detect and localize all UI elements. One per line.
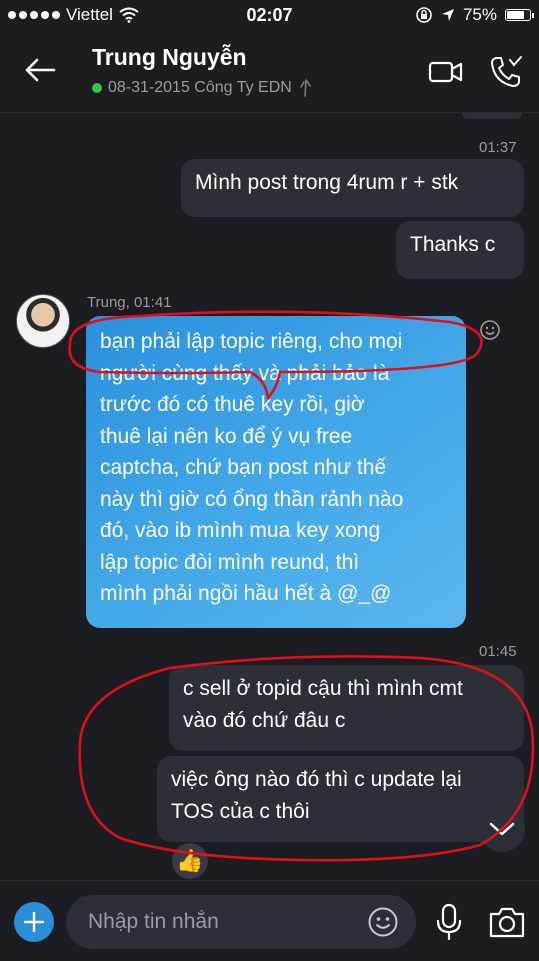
previous-message-edge bbox=[462, 113, 522, 119]
composer-bar bbox=[0, 880, 539, 961]
message-line: trước đó có thuê key rồi, giờ bbox=[100, 393, 365, 416]
avatar[interactable] bbox=[16, 294, 70, 348]
microphone-icon[interactable] bbox=[433, 903, 465, 941]
message-line: vào đó chứ đâu c bbox=[183, 709, 346, 732]
battery-fill bbox=[507, 11, 524, 19]
message-line: này thì giờ có ổng thần rảnh nào bbox=[100, 487, 404, 511]
message-input[interactable] bbox=[66, 895, 416, 949]
timestamp: 01:37 bbox=[479, 139, 517, 156]
outgoing-message[interactable]: Mình post trong 4rum r + stk bbox=[181, 159, 524, 217]
location-icon bbox=[441, 9, 454, 21]
video-call-icon[interactable] bbox=[428, 54, 464, 90]
add-reaction-icon[interactable] bbox=[479, 319, 501, 341]
contact-name[interactable]: Trung Nguyễn bbox=[92, 44, 247, 71]
contact-status: 08-31-2015 Công Ty EDN bbox=[92, 78, 314, 98]
message-line: người cùng thấy và phải bảo là bbox=[100, 361, 390, 385]
add-attachment-button[interactable] bbox=[14, 902, 54, 942]
thumbs-up-icon[interactable]: 👍 bbox=[172, 843, 208, 879]
outgoing-message[interactable]: Thanks c bbox=[396, 221, 524, 279]
status-right-group: 75% bbox=[415, 5, 534, 25]
message-text: Mình post trong 4rum r + stk bbox=[195, 171, 459, 194]
message-line: TOS của c thôi bbox=[171, 800, 310, 823]
message-text: Thanks c bbox=[410, 233, 496, 256]
status-emoji-icon bbox=[300, 79, 311, 97]
camera-icon[interactable] bbox=[488, 905, 526, 939]
outgoing-message[interactable]: c sell ở topid cậu thì mình cmt vào đó c… bbox=[169, 665, 524, 751]
message-line: lập topic đòi mình reund, thì bbox=[100, 550, 360, 574]
message-list[interactable]: 01:37 Mình post trong 4rum r + stk Thank… bbox=[0, 113, 539, 880]
chat-header: Trung Nguyễn 08-31-2015 Công Ty EDN bbox=[0, 34, 539, 113]
outgoing-message[interactable]: việc ông nào đó thì c update lại TOS của… bbox=[157, 756, 524, 842]
timestamp: 01:45 bbox=[479, 643, 517, 660]
message-line: việc ông nào đó thì c update lại bbox=[171, 768, 462, 791]
status-text: 08-31-2015 Công Ty EDN bbox=[108, 79, 292, 96]
chevron-down-icon bbox=[489, 822, 515, 836]
message-line: captcha, chứ bạn post như thế bbox=[100, 456, 387, 479]
online-indicator bbox=[92, 83, 102, 93]
message-line: c sell ở topid cậu thì mình cmt bbox=[183, 677, 463, 700]
message-line: đó, vào ib mình mua key xong bbox=[100, 519, 381, 542]
sender-name-time: Trung, 01:41 bbox=[87, 294, 172, 311]
message-line: bạn phải lập topic riêng, cho mọi bbox=[100, 330, 403, 353]
plus-icon bbox=[23, 911, 45, 933]
back-arrow-icon[interactable] bbox=[22, 52, 58, 88]
emoji-icon[interactable] bbox=[367, 906, 399, 938]
message-line: mình phải ngồi hầu hết à @_@ bbox=[100, 582, 392, 605]
scroll-to-bottom-button[interactable] bbox=[479, 806, 525, 852]
incoming-message[interactable]: bạn phải lập topic riêng, cho mọi người … bbox=[86, 316, 466, 628]
status-bar: Viettel 02:07 75% bbox=[0, 0, 539, 34]
battery-icon bbox=[505, 9, 534, 21]
phone-call-icon[interactable] bbox=[488, 54, 524, 90]
battery-percent: 75% bbox=[462, 5, 497, 24]
rotation-lock-icon bbox=[416, 7, 432, 23]
message-line: thuê lại nên ko để ý vụ free bbox=[100, 424, 353, 448]
